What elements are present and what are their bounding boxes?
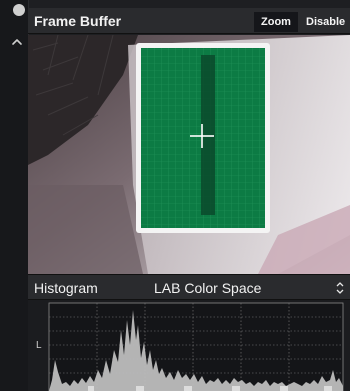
histogram-plot: L [28, 300, 350, 391]
histogram-header: Histogram LAB Color Space [28, 274, 350, 300]
camera-frame-view[interactable] [28, 35, 350, 274]
panel-title: Frame Buffer [34, 13, 122, 29]
circle-icon[interactable] [13, 4, 25, 16]
frame-buffer-header: Frame Buffer Zoom Disable [28, 8, 350, 34]
color-space-value: LAB Color Space [154, 280, 262, 296]
camera-frame-image [28, 35, 350, 274]
histogram-title: Histogram [34, 280, 98, 296]
frame-buffer-window: Frame Buffer Zoom Disable Histogram LAB … [0, 0, 350, 391]
left-rail [0, 0, 29, 391]
zoom-button[interactable]: Zoom [254, 12, 298, 32]
disable-button[interactable]: Disable [300, 12, 350, 32]
chevron-up-icon[interactable] [10, 35, 24, 49]
updown-arrows-icon [336, 282, 344, 294]
color-space-select[interactable]: LAB Color Space [154, 279, 346, 297]
histogram-graph [48, 302, 344, 391]
channel-l-label: L [36, 340, 42, 351]
